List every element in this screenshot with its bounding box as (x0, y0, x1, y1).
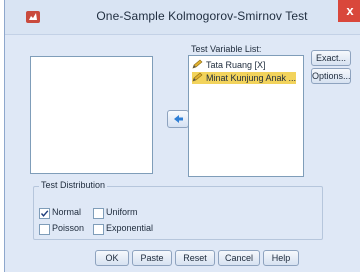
help-button[interactable]: Help (263, 250, 299, 266)
title-bar: One-Sample Kolmogorov-Smirnov Test x (5, 0, 360, 35)
cancel-button[interactable]: Cancel (218, 250, 260, 266)
dialog-title: One-Sample Kolmogorov-Smirnov Test (96, 9, 308, 23)
test-variable-list-label: Test Variable List: (191, 44, 262, 54)
ok-button[interactable]: OK (95, 250, 129, 266)
poisson-label: Poisson (52, 223, 85, 233)
list-item-selected[interactable]: Minat Kunjung Anak ... (192, 72, 297, 84)
dialog-window: One-Sample Kolmogorov-Smirnov Test x Tes… (4, 0, 360, 272)
test-distribution-title: Test Distribution (39, 180, 108, 190)
test-variable-list[interactable]: Tata Ruang [X] Minat Kunjung Anak ... (188, 55, 304, 177)
uniform-label: Uniform (106, 207, 138, 217)
exponential-checkbox[interactable] (93, 224, 104, 235)
arrow-left-icon (174, 115, 183, 123)
pencil-icon (192, 59, 204, 69)
move-variable-button[interactable] (167, 110, 189, 128)
pencil-icon (192, 72, 204, 82)
source-variable-list[interactable] (30, 56, 153, 174)
list-item[interactable]: Tata Ruang [X] (192, 59, 266, 71)
checkmark-icon (40, 210, 49, 217)
options-button[interactable]: Options... (311, 68, 351, 84)
exact-button[interactable]: Exact... (311, 50, 351, 66)
list-item-label: Tata Ruang [X] (206, 60, 266, 70)
normal-label: Normal (52, 207, 82, 217)
exponential-label: Exponential (106, 223, 154, 233)
normal-checkbox[interactable] (39, 208, 50, 219)
uniform-checkbox[interactable] (93, 208, 104, 219)
poisson-checkbox[interactable] (39, 224, 50, 235)
app-icon (25, 9, 41, 25)
close-button[interactable]: x (338, 0, 360, 22)
paste-button[interactable]: Paste (132, 250, 172, 266)
reset-button[interactable]: Reset (175, 250, 215, 266)
list-item-label: Minat Kunjung Anak ... (206, 73, 297, 83)
